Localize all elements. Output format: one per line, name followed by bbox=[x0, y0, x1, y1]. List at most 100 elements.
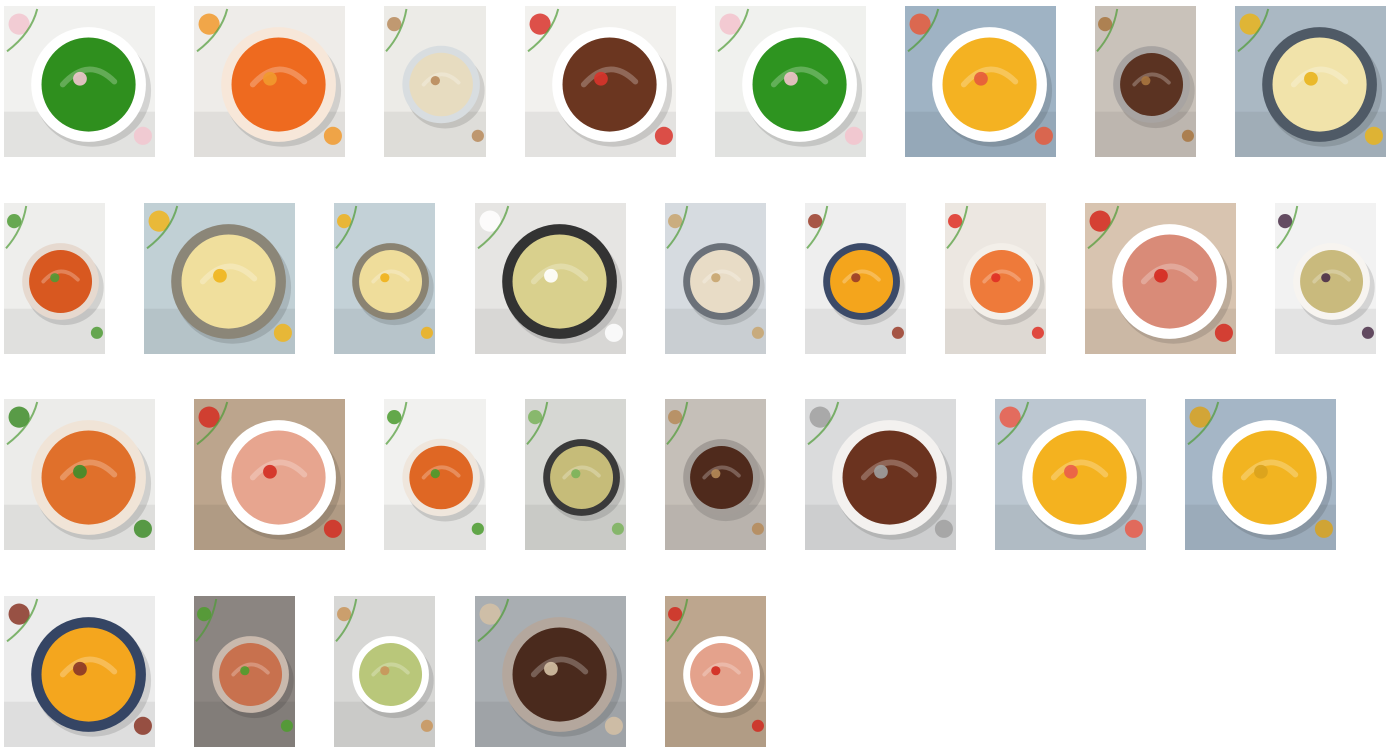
garnish-shape bbox=[73, 71, 87, 86]
food-shape bbox=[1120, 53, 1184, 116]
garnish-shape bbox=[808, 214, 823, 229]
gallery-thumbnail-peach-compote[interactable] bbox=[995, 399, 1146, 550]
gallery-thumbnail-chocolate-mousse-jar[interactable] bbox=[665, 399, 766, 550]
garnish-shape bbox=[974, 71, 988, 86]
gallery-thumbnail-lentil-cream[interactable] bbox=[525, 399, 626, 550]
gallery-thumbnail-corn-velvet-soup[interactable] bbox=[144, 203, 295, 354]
food-shape bbox=[41, 430, 136, 525]
food-shape bbox=[970, 250, 1034, 313]
gallery-thumbnail-spiced-chocolate-sauce[interactable] bbox=[525, 6, 676, 157]
garnish-shape bbox=[197, 607, 212, 622]
thumbnail-image bbox=[665, 203, 766, 354]
gallery-thumbnail-chocolate-spread-jar[interactable] bbox=[1095, 6, 1196, 157]
garnish-shape bbox=[528, 410, 543, 425]
food-shape bbox=[409, 52, 473, 117]
thumbnail-image bbox=[384, 399, 486, 550]
garnish-shape bbox=[1064, 464, 1078, 479]
garnish-shape bbox=[380, 273, 390, 283]
garnish-shape bbox=[273, 323, 292, 342]
food-shape bbox=[219, 643, 283, 706]
garnish-shape bbox=[430, 468, 440, 479]
garnish-shape bbox=[544, 661, 558, 676]
food-shape bbox=[942, 37, 1037, 132]
garnish-shape bbox=[604, 323, 623, 342]
food-shape bbox=[1222, 430, 1317, 525]
thumbnail-image bbox=[475, 596, 626, 747]
thumbnail-image bbox=[4, 6, 155, 157]
garnish-shape bbox=[654, 126, 673, 145]
thumbnail-image bbox=[805, 203, 906, 354]
garnish-shape bbox=[1278, 214, 1293, 229]
gallery-thumbnail-avocado-toasts[interactable] bbox=[334, 596, 435, 747]
gallery-thumbnail-pea-herb-puree-wide[interactable] bbox=[715, 6, 866, 157]
garnish-shape bbox=[1304, 71, 1318, 86]
gallery-thumbnail-pumpkin-soup-bowl[interactable] bbox=[4, 596, 155, 747]
garnish-shape bbox=[420, 326, 433, 339]
garnish-shape bbox=[604, 716, 623, 735]
gallery-thumbnail-creamy-pasta[interactable] bbox=[665, 203, 766, 354]
garnish-shape bbox=[50, 273, 60, 283]
gallery-thumbnail-chocolate-mousse-glass[interactable] bbox=[475, 596, 626, 747]
gallery-thumbnail-pumpkin-soup-lemongrass[interactable] bbox=[805, 203, 906, 354]
gallery-thumbnail-carrot-jar-parsley[interactable] bbox=[384, 399, 486, 550]
food-shape bbox=[690, 250, 754, 313]
thumbnail-image bbox=[715, 6, 866, 157]
garnish-shape bbox=[1154, 268, 1168, 283]
garnish-shape bbox=[1141, 76, 1151, 86]
gallery-thumbnail-white-bean-dip[interactable] bbox=[384, 6, 486, 157]
gallery-thumbnail-carrot-puree-jar[interactable] bbox=[4, 203, 105, 354]
garnish-shape bbox=[874, 464, 888, 479]
garnish-shape bbox=[1321, 273, 1331, 283]
food-shape bbox=[690, 643, 754, 706]
garnish-shape bbox=[263, 71, 277, 86]
gallery-thumbnail-corn-cream-soup[interactable] bbox=[1235, 6, 1386, 157]
garnish-shape bbox=[991, 273, 1001, 283]
food-shape bbox=[231, 37, 326, 132]
garnish-shape bbox=[7, 214, 22, 229]
garnish-shape bbox=[948, 214, 963, 229]
gallery-thumbnail-eggplant-caviar[interactable] bbox=[1275, 203, 1376, 354]
gallery-thumbnail-tabbouleh-tuna-spread[interactable] bbox=[1085, 203, 1236, 354]
thumbnail-image bbox=[945, 203, 1046, 354]
food-shape bbox=[41, 37, 136, 132]
gallery-thumbnail-gazpacho[interactable] bbox=[945, 203, 1046, 354]
gallery-thumbnail-peach-puree[interactable] bbox=[905, 6, 1056, 157]
food-shape bbox=[359, 643, 423, 706]
image-gallery bbox=[0, 0, 1392, 749]
garnish-shape bbox=[1124, 519, 1143, 538]
garnish-shape bbox=[90, 326, 103, 339]
garnish-shape bbox=[337, 607, 352, 622]
thumbnail-image bbox=[334, 203, 435, 354]
gallery-thumbnail-chocolate-sauce-spoon[interactable] bbox=[805, 399, 956, 550]
gallery-thumbnail-pepper-spread-tall[interactable] bbox=[665, 596, 766, 747]
garnish-shape bbox=[711, 666, 721, 676]
gallery-thumbnail-papaya-smoothie[interactable] bbox=[194, 6, 345, 157]
garnish-shape bbox=[711, 273, 721, 283]
food-shape bbox=[1272, 37, 1367, 132]
food-shape bbox=[29, 250, 93, 313]
garnish-shape bbox=[1181, 129, 1194, 142]
food-shape bbox=[690, 446, 754, 509]
gallery-thumbnail-carrot-spread-jar-close[interactable] bbox=[4, 399, 155, 550]
food-shape bbox=[231, 430, 326, 525]
gallery-thumbnail-pepper-spread[interactable] bbox=[194, 399, 345, 550]
garnish-shape bbox=[668, 410, 683, 425]
garnish-shape bbox=[430, 75, 440, 86]
garnish-shape bbox=[1361, 326, 1374, 339]
gallery-thumbnail-apple-compote[interactable] bbox=[1185, 399, 1336, 550]
gallery-thumbnail-tomato-verrine[interactable] bbox=[194, 596, 295, 747]
thumbnail-image bbox=[905, 6, 1056, 157]
thumbnail-image bbox=[665, 399, 766, 550]
garnish-shape bbox=[387, 16, 402, 32]
garnish-shape bbox=[751, 326, 764, 339]
gallery-thumbnail-corn-soup-small[interactable] bbox=[334, 203, 435, 354]
gallery-thumbnail-pea-herb-puree[interactable] bbox=[4, 6, 155, 157]
garnish-shape bbox=[751, 522, 764, 535]
garnish-shape bbox=[1364, 126, 1383, 145]
thumbnail-image bbox=[995, 399, 1146, 550]
thumbnail-image bbox=[1085, 203, 1236, 354]
food-shape bbox=[752, 37, 847, 132]
food-shape bbox=[830, 250, 894, 313]
gallery-thumbnail-cream-soup-dark-bowl[interactable] bbox=[475, 203, 626, 354]
food-shape bbox=[359, 250, 423, 313]
